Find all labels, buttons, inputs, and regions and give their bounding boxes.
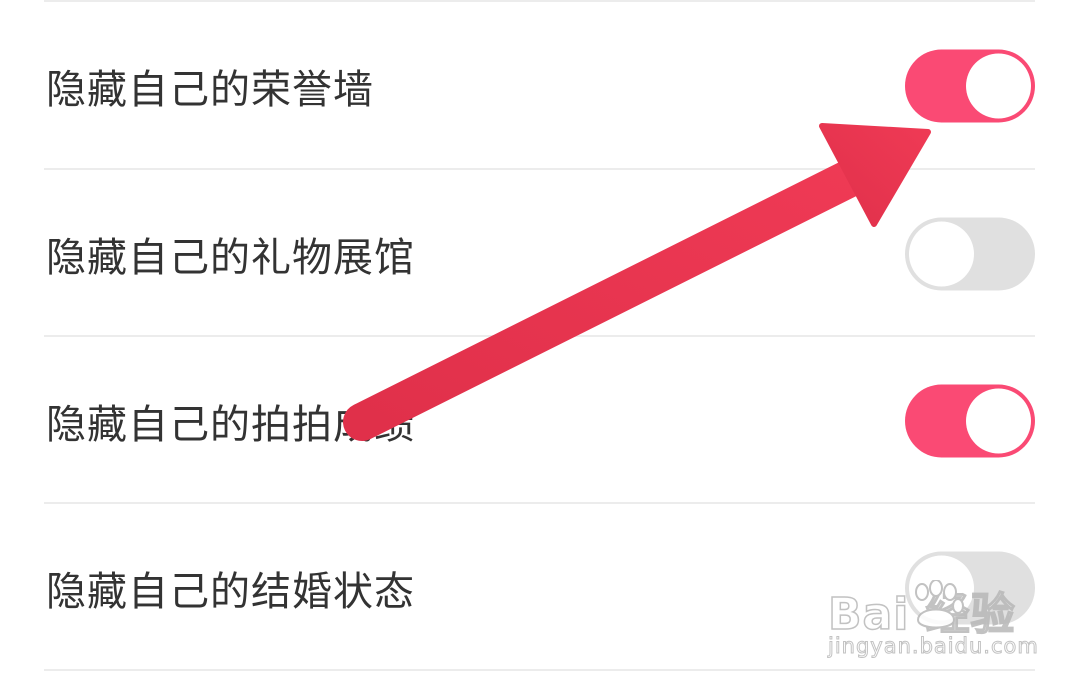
gift-gallery-toggle[interactable] bbox=[905, 217, 1035, 290]
honor-wall-toggle[interactable] bbox=[905, 49, 1035, 122]
setting-row-honor-wall: 隐藏自己的荣誉墙 bbox=[0, 2, 1079, 169]
setting-label: 隐藏自己的拍拍成绩 bbox=[46, 401, 415, 448]
setting-label: 隐藏自己的荣誉墙 bbox=[46, 66, 374, 113]
setting-label: 隐藏自己的结婚状态 bbox=[46, 568, 415, 615]
marital-status-toggle[interactable] bbox=[905, 551, 1035, 624]
setting-label: 隐藏自己的礼物展馆 bbox=[46, 234, 415, 281]
toggle-knob bbox=[909, 555, 974, 620]
toggle-knob bbox=[966, 53, 1031, 118]
toggle-knob bbox=[966, 388, 1031, 453]
setting-row-gift-gallery: 隐藏自己的礼物展馆 bbox=[0, 170, 1079, 337]
setting-row-auction-score: 隐藏自己的拍拍成绩 bbox=[0, 337, 1079, 504]
setting-row-marital-status: 隐藏自己的结婚状态 bbox=[0, 504, 1079, 671]
auction-score-toggle[interactable] bbox=[905, 384, 1035, 457]
toggle-knob bbox=[909, 221, 974, 286]
